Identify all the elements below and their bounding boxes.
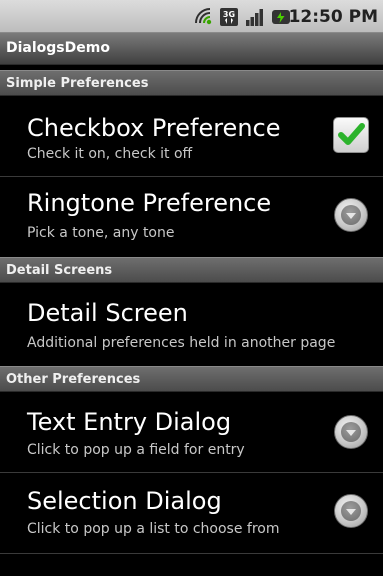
pref-summary: Additional preferences held in another p… <box>27 335 336 351</box>
ringtone-preference[interactable]: Ringtone Preference Pick a tone, any ton… <box>0 177 383 257</box>
pref-title: Text Entry Dialog <box>27 408 232 436</box>
text-entry-dialog-preference[interactable]: Text Entry Dialog Click to pop up a fiel… <box>0 392 383 472</box>
pref-title: Detail Screen <box>27 299 188 327</box>
category-simple-preferences: Simple Preferences <box>0 70 383 96</box>
dialog-indicator-icon <box>334 494 368 528</box>
pref-summary: Pick a tone, any tone <box>27 225 175 241</box>
signal-icon <box>245 7 265 27</box>
dialog-indicator-icon <box>334 198 368 232</box>
dialog-indicator-icon <box>334 415 368 449</box>
3g-icon: 3G <box>219 7 239 27</box>
pref-title: Selection Dialog <box>27 487 222 515</box>
detail-screen-preference[interactable]: Detail Screen Additional preferences hel… <box>0 283 383 366</box>
pref-summary: Click to pop up a field for entry <box>27 442 245 458</box>
app-title-bar: DialogsDemo <box>0 33 383 65</box>
category-other-preferences: Other Preferences <box>0 366 383 392</box>
pref-summary: Check it on, check it off <box>27 146 193 162</box>
wifi-icon <box>193 7 213 27</box>
checkbox-preference[interactable]: Checkbox Preference Check it on, check i… <box>0 96 383 176</box>
category-label: Detail Screens <box>6 263 113 278</box>
category-label: Simple Preferences <box>6 76 149 91</box>
status-bar: 3G 12:50 PM <box>0 0 383 33</box>
selection-dialog-preference[interactable]: Selection Dialog Click to pop up a list … <box>0 473 383 553</box>
pref-title: Ringtone Preference <box>27 189 272 217</box>
pref-title: Checkbox Preference <box>27 114 281 142</box>
svg-text:3G: 3G <box>223 10 235 19</box>
checkmark-icon <box>338 123 365 145</box>
pref-summary: Click to pop up a list to choose from <box>27 521 280 537</box>
status-time: 12:50 PM <box>288 7 378 27</box>
category-label: Other Preferences <box>6 372 141 387</box>
status-icons: 3G <box>193 7 291 27</box>
category-detail-screens: Detail Screens <box>0 257 383 283</box>
app-title: DialogsDemo <box>6 40 110 56</box>
checkbox-checked[interactable] <box>333 117 369 153</box>
divider <box>0 553 383 554</box>
